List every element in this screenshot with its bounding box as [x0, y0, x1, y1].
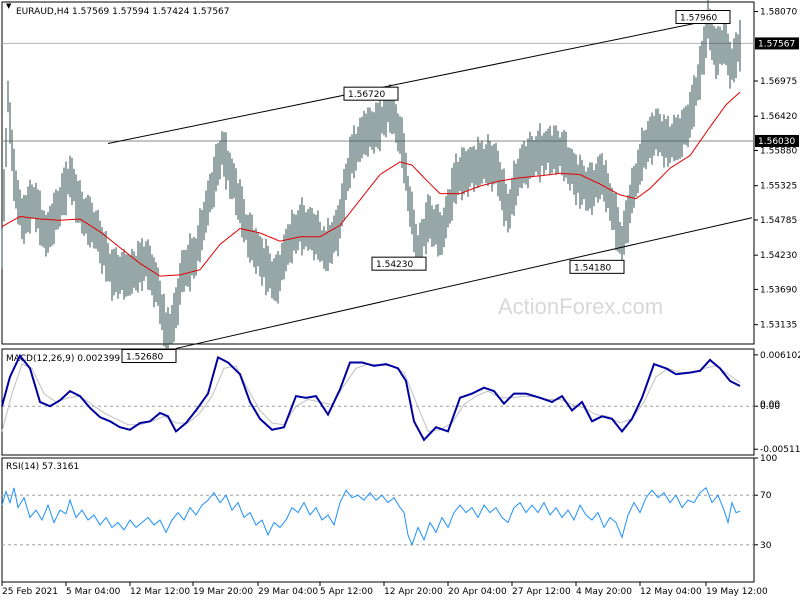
price-y-tick-label: 1.56420 [760, 112, 797, 122]
price-annotation-label: 1.54180 [574, 263, 611, 273]
rsi-y-tick-label: 30 [760, 541, 772, 551]
x-tick-label: 5 Mar 04:00 [66, 587, 121, 597]
price-y-tick-label: 1.58070 [760, 8, 797, 18]
macd-zero-label-extra: 0.00 [760, 400, 780, 410]
x-tick-label: 12 Mar 12:00 [130, 587, 190, 597]
rsi-y-tick-label: 100 [760, 454, 777, 464]
x-tick-label: 19 Mar 20:00 [193, 587, 253, 597]
price-annotation-label: 1.52680 [126, 353, 163, 363]
price-y-tick-label: 1.53135 [760, 321, 797, 331]
price-y-tick-label: 1.54785 [760, 216, 797, 226]
chart-canvas: ActionForex.com ▼ EURAUD,H4 1.57569 1.57… [0, 0, 800, 600]
current-price-tag: 1.57567 [758, 39, 795, 49]
support-level-tag: 1.56030 [758, 137, 795, 147]
x-tick-label: 29 Mar 04:00 [258, 587, 318, 597]
price-y-tick-label: 1.53690 [760, 285, 797, 295]
rsi-panel-header: RSI(14) 57.3161 [6, 462, 79, 472]
price-y-tick-label: 1.54230 [760, 251, 797, 261]
x-tick-label: 20 Apr 04:00 [448, 587, 507, 597]
rsi-y-tick-label: 70 [760, 491, 772, 501]
price-annotation-label: 1.54230 [376, 260, 413, 270]
x-tick-label: 5 Apr 12:00 [320, 587, 373, 597]
panel-menu-arrow-icon[interactable]: ▼ [6, 2, 12, 10]
price-annotation-label: 1.56720 [348, 90, 385, 100]
x-tick-label: 12 Apr 20:00 [384, 587, 443, 597]
macd-y-tick-label: 0.006102 [760, 351, 800, 361]
price-y-tick-label: 1.56975 [760, 77, 797, 87]
price-y-tick-label: 1.55880 [760, 146, 797, 156]
watermark: ActionForex.com [498, 294, 663, 319]
price-annotation-label: 1.57960 [680, 13, 717, 23]
x-tick-label: 25 Feb 2021 [2, 587, 58, 597]
x-tick-label: 4 May 20:00 [576, 587, 632, 597]
x-tick-label: 27 Apr 12:00 [512, 587, 571, 597]
x-tick-label: 19 May 12:00 [706, 587, 768, 597]
price-panel-header: EURAUD,H4 1.57569 1.57594 1.57424 1.5756… [16, 7, 230, 17]
price-y-tick-label: 1.55325 [760, 182, 797, 192]
x-tick-label: 12 May 04:00 [640, 587, 702, 597]
